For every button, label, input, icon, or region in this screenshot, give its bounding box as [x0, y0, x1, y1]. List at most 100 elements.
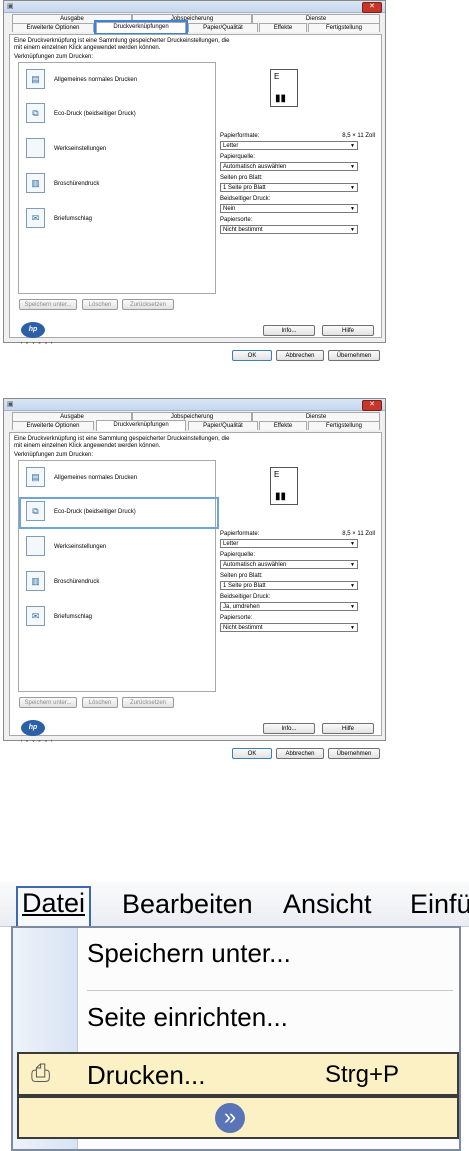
ok-button[interactable]: OK — [232, 350, 272, 361]
printer-properties-dialog: ▣ ✕ Ausgabe Jobspeicherung Dienste Erwei… — [3, 398, 386, 743]
delete-button[interactable]: Löschen — [82, 697, 118, 708]
pages-per-sheet-select[interactable]: 1 Seite pro Blatt ▼ — [220, 581, 358, 590]
tab-finishing[interactable]: Fertigstellung — [308, 421, 380, 430]
print-label: Drucken... — [87, 1060, 206, 1090]
list-item[interactable]: ⧉ Eco-Druck (beidseitiger Druck) — [23, 101, 209, 129]
duplex-label: Beidseitiger Druck: — [220, 196, 271, 202]
save-as-button[interactable]: Speichern unter... — [19, 299, 77, 310]
blank-page-icon — [26, 138, 45, 158]
shortcuts-panel: Eine Druckverknüpfung ist eine Sammlung … — [9, 34, 382, 345]
list-item[interactable]: Werkseinstellungen — [23, 136, 209, 164]
envelope-icon: ✉ — [26, 208, 45, 228]
apply-button[interactable]: Übernehmen — [328, 350, 380, 361]
booklet-icon: ▥ — [26, 173, 45, 193]
close-button[interactable]: ✕ — [362, 2, 382, 13]
menu-expand-row[interactable]: » — [17, 1096, 459, 1139]
menu-bar: Datei Bearbeiten Ansicht Einfü — [0, 882, 469, 928]
shortcuts-list[interactable]: ▤ Allgemeines normales Drucken ⧉ Eco-Dru… — [18, 460, 219, 692]
help-button[interactable]: Hilfe — [322, 723, 374, 734]
help-button[interactable]: Hilfe — [322, 325, 374, 336]
duplex-select[interactable]: Nein ▼ — [220, 204, 358, 213]
page-preview-icon: E ▮▮ — [270, 69, 298, 107]
tab-printing-shortcuts[interactable]: Druckverknüpfungen — [96, 420, 186, 431]
shortcuts-list-label: Verknüpfungen zum Drucken: — [14, 54, 94, 60]
cancel-button[interactable]: Abbrechen — [276, 748, 324, 759]
menu-item-page-setup[interactable]: Seite einrichten... — [87, 1002, 288, 1033]
menu-edit[interactable]: Bearbeiten — [122, 889, 253, 920]
tab-advanced[interactable]: Erweiterte Optionen — [12, 421, 94, 430]
printer-icon: ▣ — [7, 401, 14, 408]
printer-properties-dialog: ▣ ✕ Ausgabe Jobspeicherung Dienste Erwei… — [3, 0, 386, 345]
list-item[interactable]: ✉ Briefumschlag — [23, 206, 209, 234]
chevron-down-icon: ▼ — [350, 185, 355, 191]
tab-services[interactable]: Dienste — [252, 14, 380, 23]
chevron-down-icon: ▼ — [350, 143, 355, 149]
paper-source-select[interactable]: Automatisch auswählen ▼ — [220, 560, 358, 569]
menu-item-print[interactable]: ⎙ Drucken... Strg+P — [17, 1052, 459, 1096]
reset-button[interactable]: Zurücksetzen — [122, 697, 174, 708]
expand-chevron-icon: » — [215, 1103, 245, 1133]
menu-file[interactable]: Datei — [16, 886, 92, 928]
shortcut-label: Broschürendruck — [54, 579, 100, 585]
list-item[interactable]: Werkseinstellungen — [23, 534, 209, 562]
chevron-down-icon: ▼ — [350, 583, 355, 589]
list-item[interactable]: ▤ Allgemeines normales Drucken — [23, 465, 209, 493]
menu-separator — [87, 990, 453, 991]
hp-invent-text: i n v e n t — [21, 340, 54, 345]
tab-effects[interactable]: Effekte — [259, 421, 307, 430]
tab-paper-quality[interactable]: Papier/Qualität — [188, 421, 258, 430]
paper-size-select[interactable]: Letter ▼ — [220, 539, 358, 548]
tab-finishing[interactable]: Fertigstellung — [308, 23, 380, 32]
paper-source-select[interactable]: Automatisch auswählen ▼ — [220, 162, 358, 171]
list-item[interactable]: ⧉ Eco-Druck (beidseitiger Druck) — [19, 497, 219, 529]
list-item[interactable]: ▥ Broschürendruck — [23, 569, 209, 597]
title-bar: ▣ ✕ — [4, 399, 385, 411]
file-dropdown: Speichern unter... Seite einrichten... ⎙… — [11, 926, 461, 1151]
paper-size-dimensions: 8,5 × 11 Zoll — [342, 531, 375, 537]
list-item[interactable]: ▥ Broschürendruck — [23, 171, 209, 199]
paper-type-label: Papiersorte: — [220, 217, 253, 223]
ok-button[interactable]: OK — [232, 748, 272, 759]
chevron-down-icon: ▼ — [350, 164, 355, 170]
hp-invent-text: i n v e n t — [21, 738, 54, 743]
chevron-down-icon: ▼ — [350, 206, 355, 212]
shortcuts-panel: Eine Druckverknüpfung ist eine Sammlung … — [9, 432, 382, 743]
tab-services[interactable]: Dienste — [252, 412, 380, 421]
select-value: 1 Seite pro Blatt — [223, 185, 266, 191]
document-icon: ▤ — [26, 467, 45, 487]
shortcuts-list[interactable]: ▤ Allgemeines normales Drucken ⧉ Eco-Dru… — [18, 62, 216, 294]
info-button[interactable]: Info... — [263, 325, 315, 336]
duplex-select[interactable]: Ja, umdrehen ▼ — [220, 602, 358, 611]
info-button[interactable]: Info... — [263, 723, 315, 734]
apply-button[interactable]: Übernehmen — [328, 748, 380, 759]
tab-printing-shortcuts[interactable]: Druckverknüpfungen — [94, 20, 188, 35]
list-item[interactable]: ▤ Allgemeines normales Drucken — [23, 67, 209, 95]
printer-icon: ▣ — [7, 3, 14, 10]
pages-per-sheet-label: Seiten pro Blatt: — [220, 175, 263, 181]
tab-effects[interactable]: Effekte — [259, 23, 307, 32]
paper-size-select[interactable]: Letter ▼ — [220, 141, 358, 150]
reset-button[interactable]: Zurücksetzen — [122, 299, 174, 310]
paper-size-label: Papierformate: — [220, 133, 260, 139]
menu-insert[interactable]: Einfü — [410, 889, 469, 920]
paper-type-select[interactable]: Nicht bestimmt ▼ — [220, 623, 358, 632]
menu-view[interactable]: Ansicht — [283, 889, 372, 920]
list-item[interactable]: ✉ Briefumschlag — [23, 604, 209, 632]
menu-item-save-as[interactable]: Speichern unter... — [87, 938, 291, 969]
title-bar: ▣ ✕ — [4, 1, 385, 13]
shortcut-label: Briefumschlag — [54, 614, 93, 620]
shortcut-label: Eco-Druck (beidseitiger Druck) — [54, 111, 136, 117]
paper-type-select[interactable]: Nicht bestimmt ▼ — [220, 225, 358, 234]
menu-file-label: Datei — [22, 888, 86, 918]
cancel-button[interactable]: Abbrechen — [276, 350, 324, 361]
description-text: Eine Druckverknüpfung ist eine Sammlung … — [14, 436, 230, 449]
close-button[interactable]: ✕ — [362, 400, 382, 411]
tab-advanced[interactable]: Erweiterte Optionen — [12, 23, 94, 32]
paper-source-label: Papierquelle: — [220, 154, 256, 160]
select-value: Letter — [223, 541, 239, 547]
select-value: Nein — [223, 206, 236, 212]
tab-paper-quality[interactable]: Papier/Qualität — [188, 23, 258, 32]
delete-button[interactable]: Löschen — [82, 299, 118, 310]
save-as-button[interactable]: Speichern unter... — [19, 697, 77, 708]
pages-per-sheet-select[interactable]: 1 Seite pro Blatt ▼ — [220, 183, 358, 192]
